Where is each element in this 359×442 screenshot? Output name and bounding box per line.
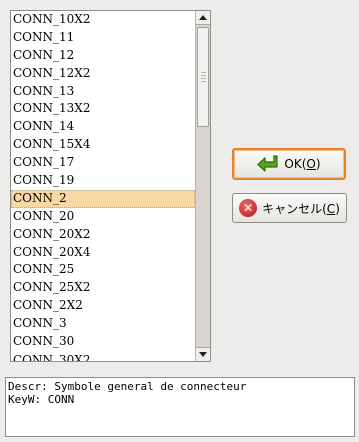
list-item[interactable]: CONN_20 bbox=[11, 208, 195, 226]
scroll-down-button[interactable] bbox=[196, 347, 210, 361]
component-listbox[interactable]: CONN_10X2 CONN_11 CONN_12 CONN_12X2 CONN… bbox=[10, 10, 211, 362]
list-item[interactable]: CONN_10X2 bbox=[11, 11, 195, 29]
list-item[interactable]: CONN_30 bbox=[11, 333, 195, 351]
list-item[interactable]: CONN_15X4 bbox=[11, 136, 195, 154]
list-item[interactable]: CONN_14 bbox=[11, 118, 195, 136]
list-item[interactable]: CONN_19 bbox=[11, 172, 195, 190]
list-item[interactable]: CONN_2X2 bbox=[11, 297, 195, 315]
description-panel: Descr: Symbole general de connecteur KeyW… bbox=[5, 377, 355, 437]
list-item[interactable]: CONN_17 bbox=[11, 154, 195, 172]
list-item-selected[interactable]: CONN_2 bbox=[11, 189, 195, 208]
list-item[interactable]: CONN_3 bbox=[11, 315, 195, 333]
list-item[interactable]: CONN_25 bbox=[11, 261, 195, 279]
list-scrollbar[interactable] bbox=[195, 11, 210, 361]
close-icon: ✕ bbox=[239, 199, 258, 217]
list-item[interactable]: CONN_13 bbox=[11, 83, 195, 101]
list-item[interactable]: CONN_12X2 bbox=[11, 65, 195, 83]
keywords-line: KeyW: CONN bbox=[8, 393, 75, 406]
list-item[interactable]: CONN_13X2 bbox=[11, 100, 195, 118]
component-list: CONN_10X2 CONN_11 CONN_12 CONN_12X2 CONN… bbox=[11, 11, 195, 361]
scroll-up-button[interactable] bbox=[196, 11, 210, 25]
list-item[interactable]: CONN_11 bbox=[11, 29, 195, 47]
arrow-up-icon bbox=[199, 15, 207, 20]
list-item[interactable]: CONN_20X4 bbox=[11, 244, 195, 262]
list-item[interactable]: CONN_25X2 bbox=[11, 279, 195, 297]
cancel-button-label: キャンセル(C) bbox=[262, 201, 340, 216]
ok-button[interactable]: OK(O) bbox=[232, 148, 346, 180]
list-item[interactable]: CONN_12 bbox=[11, 47, 195, 65]
enter-arrow-icon bbox=[257, 155, 279, 172]
cancel-button[interactable]: ✕ キャンセル(C) bbox=[232, 193, 347, 223]
list-item[interactable]: CONN_30X2 bbox=[11, 351, 195, 361]
description-line: Descr: Symbole general de connecteur bbox=[8, 380, 247, 393]
list-item[interactable]: CONN_20X2 bbox=[11, 226, 195, 244]
scroll-thumb[interactable] bbox=[197, 27, 209, 127]
ok-button-label: OK(O) bbox=[284, 157, 321, 171]
arrow-down-icon bbox=[199, 352, 207, 357]
